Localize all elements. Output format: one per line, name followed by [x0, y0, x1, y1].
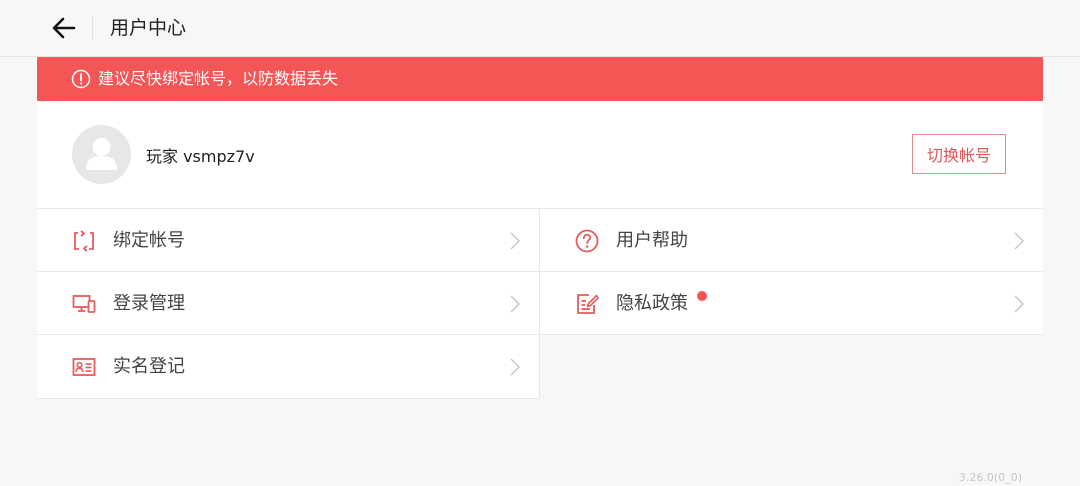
- page-title: 用户中心: [110, 17, 187, 39]
- menu-item-user-help[interactable]: 用户帮助: [540, 209, 1043, 272]
- account-card: 玩家 vsmpz7v 切换帐号: [37, 101, 1043, 209]
- menu-item-privacy-policy[interactable]: 隐私政策: [540, 272, 1043, 335]
- warning-icon: [71, 69, 91, 89]
- new-dot-badge: [697, 291, 707, 301]
- document-edit-icon: [577, 294, 599, 314]
- menu-item-login-management[interactable]: 登录管理: [37, 272, 540, 335]
- chevron-right-icon: [510, 232, 521, 250]
- avatar: [72, 125, 131, 184]
- question-circle-icon: [575, 229, 599, 253]
- version-label: 3.26.0(0_0): [958, 471, 1022, 484]
- switch-account-label: 切换帐号: [926, 146, 991, 165]
- menu-label: 隐私政策: [616, 293, 688, 314]
- warning-banner: 建议尽快绑定帐号，以防数据丢失: [37, 57, 1043, 101]
- switch-account-button[interactable]: 切换帐号: [912, 134, 1006, 174]
- top-bar: 用户中心: [0, 0, 1080, 57]
- menu-label: 绑定帐号: [113, 230, 185, 251]
- header-divider: [92, 16, 93, 40]
- menu-label: 实名登记: [113, 356, 185, 377]
- menu-item-bind-account[interactable]: 绑定帐号: [37, 209, 540, 272]
- back-arrow-icon[interactable]: [50, 14, 78, 42]
- menu-label: 登录管理: [113, 293, 185, 314]
- user-silhouette-icon: [86, 138, 117, 170]
- bind-swap-icon: [74, 230, 94, 252]
- chevron-right-icon: [510, 295, 521, 313]
- warning-text: 建议尽快绑定帐号，以防数据丢失: [98, 69, 339, 88]
- devices-icon: [72, 295, 96, 313]
- menu-item-real-name[interactable]: 实名登记: [37, 335, 540, 399]
- chevron-right-icon: [510, 358, 521, 376]
- chevron-right-icon: [1014, 232, 1025, 250]
- chevron-right-icon: [1014, 295, 1025, 313]
- menu-label: 用户帮助: [616, 230, 688, 251]
- id-card-icon: [72, 358, 96, 376]
- username: 玩家 vsmpz7v: [146, 147, 255, 166]
